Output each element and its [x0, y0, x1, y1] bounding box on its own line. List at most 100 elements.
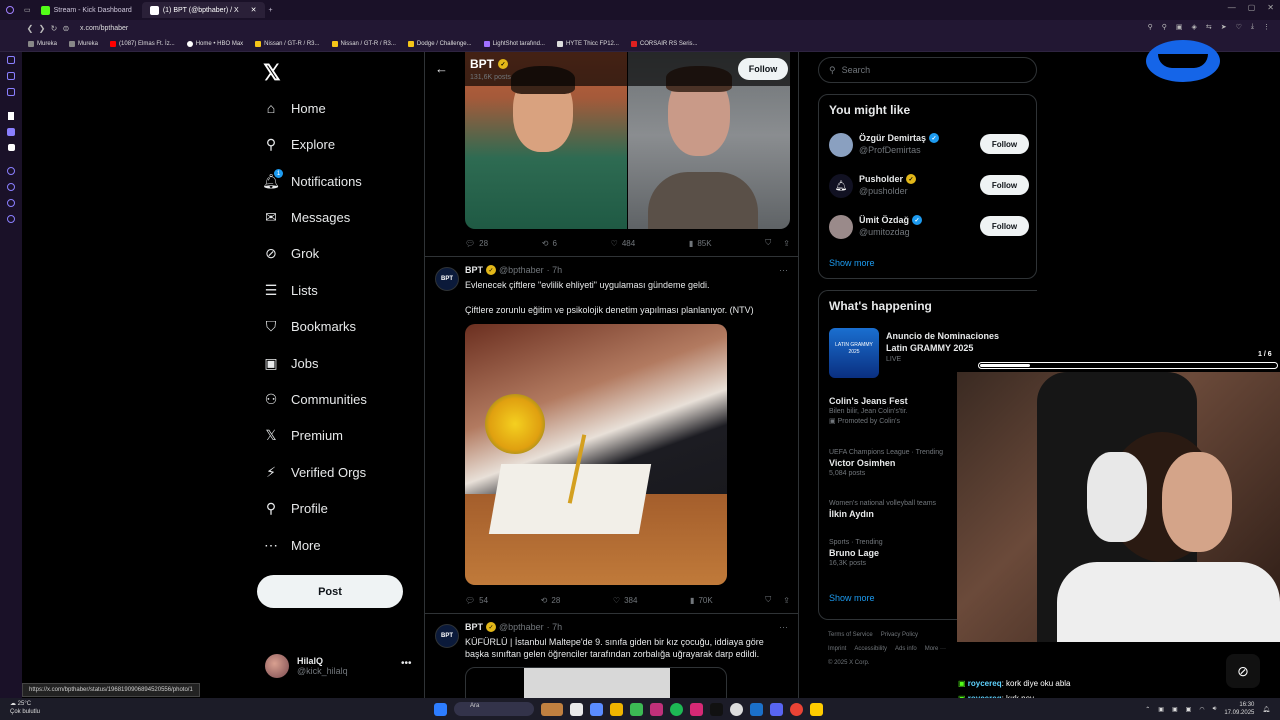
bookmark-item[interactable]: CORSAIR RS Seris...	[630, 40, 698, 47]
tab-list-icon[interactable]: ▭	[24, 6, 31, 14]
tweet-photo[interactable]	[465, 324, 727, 585]
nav-item-explore[interactable]: ⚲ Explore	[263, 136, 335, 152]
suggestion-item[interactable]: 🔔︎ Pusholder ✓ @pusholder Follow	[829, 172, 1029, 202]
tab-kick-dashboard[interactable]: Stream - Kick Dashboard	[33, 2, 140, 18]
spotify-icon[interactable]	[670, 702, 683, 716]
app-tray-icon[interactable]: ▣	[1186, 706, 1192, 713]
back-arrow-icon[interactable]: ←	[435, 61, 448, 76]
minimize-icon[interactable]: —	[1228, 3, 1236, 12]
url-text[interactable]: x.com/bpthaber	[80, 25, 128, 32]
reply-button[interactable]: 💬︎ 54	[465, 595, 488, 605]
heart-icon[interactable]: ♡	[1236, 23, 1242, 31]
footer-link[interactable]: Imprint	[828, 646, 846, 652]
nav-item-communities[interactable]: ⚇ Communities	[263, 391, 367, 407]
footer-link[interactable]: Accessibility	[854, 646, 887, 652]
new-tab-icon[interactable]: +	[269, 7, 273, 14]
copilot-icon[interactable]	[590, 702, 603, 716]
nav-item-home[interactable]: ⌂ Home	[263, 100, 326, 116]
follow-button[interactable]: Follow	[738, 58, 788, 80]
repost-button[interactable]: ⟲ 28	[541, 595, 561, 605]
show-more-link[interactable]: Show more	[829, 258, 875, 268]
app-icon[interactable]	[810, 702, 823, 716]
zoom-icon[interactable]: ⚲	[1162, 23, 1167, 31]
chrome-icon[interactable]	[790, 702, 803, 716]
sidebar-app-icon[interactable]	[7, 56, 15, 64]
repost-button[interactable]: ⟲ 6	[542, 238, 557, 248]
follow-button[interactable]: Follow	[980, 216, 1029, 236]
tweet-author[interactable]: BPT	[465, 622, 483, 632]
post-button[interactable]: Post	[257, 575, 403, 608]
settings-icon[interactable]	[7, 215, 15, 223]
translate-icon[interactable]: ⇆	[1206, 23, 1212, 31]
instagram-icon[interactable]	[690, 702, 703, 716]
account-switcher[interactable]: HilalQ @kick_hilalq	[265, 654, 348, 678]
back-icon[interactable]: ❮	[24, 24, 36, 33]
bookmark-item[interactable]: (1087) Elmas Ft. İz...	[110, 40, 175, 47]
bookmark-icon[interactable]: ⛉	[765, 238, 771, 248]
close-icon[interactable]: ✕	[1267, 3, 1274, 12]
notification-icon[interactable]: 🔔︎	[1262, 706, 1270, 713]
nav-item-bookmarks[interactable]: ⛉ Bookmarks	[263, 318, 356, 334]
messenger-icon[interactable]	[7, 128, 15, 136]
nav-item-grok[interactable]: ⊘ Grok	[263, 245, 319, 261]
suggestion-item[interactable]: Özgür Demirtaş ✓ @ProfDemirtas Follow	[829, 131, 1029, 161]
bookmark-icon[interactable]: ⛉	[765, 595, 771, 605]
footer-link[interactable]: Ads info	[895, 646, 917, 652]
tweet-author[interactable]: BPT	[465, 265, 483, 275]
folder-icon[interactable]	[610, 702, 623, 716]
nav-item-messages[interactable]: ✉ Messages	[263, 209, 350, 225]
tab-x-bpt[interactable]: (1) BPT (@bpthaber) / X ✕	[141, 2, 265, 18]
suggestion-item[interactable]: Ümit Özdağ ✓ @umitozdag Follow	[829, 213, 1029, 243]
app-tray-icon[interactable]: ▣	[1172, 706, 1178, 713]
widget-icon[interactable]	[541, 702, 563, 716]
tweet-photo[interactable]	[465, 667, 727, 700]
footer-link[interactable]: Privacy Policy	[881, 632, 918, 638]
app-icon[interactable]	[730, 702, 743, 716]
footer-link[interactable]: Terms of Service	[828, 632, 873, 638]
sidebar-app-icon[interactable]	[8, 112, 14, 120]
views-button[interactable]: ▮ 85K	[689, 238, 712, 248]
clock[interactable]: 16:30 17.09.2025	[1224, 701, 1254, 717]
tweet-handle[interactable]: @bpthaber	[499, 265, 544, 275]
extension-icon[interactable]: ▣	[1176, 23, 1183, 31]
bookmark-item[interactable]: Nissan / GT-R / R3...	[331, 40, 396, 47]
discord-icon[interactable]	[770, 702, 783, 716]
nav-item-profile[interactable]: ⚲ Profile	[263, 500, 328, 516]
sidebar-app-icon[interactable]	[7, 88, 15, 96]
bookmark-item[interactable]: Mureka	[28, 40, 57, 47]
close-tab-icon[interactable]: ✕	[251, 6, 257, 14]
like-button[interactable]: ♡ 384	[613, 595, 638, 605]
nav-item-jobs[interactable]: ▣ Jobs	[263, 355, 318, 371]
browser-app-icon[interactable]	[650, 702, 663, 716]
avatar[interactable]: BPT	[435, 267, 459, 291]
steam-icon[interactable]	[750, 702, 763, 716]
footer-link[interactable]: More ···	[925, 646, 946, 652]
bookmark-item[interactable]: Mureka	[69, 40, 98, 47]
more-icon[interactable]: ···	[779, 622, 788, 632]
send-icon[interactable]: ➤	[1221, 23, 1227, 31]
app-icon[interactable]	[570, 702, 583, 716]
download-icon[interactable]: ⤓	[1251, 23, 1254, 31]
bookmark-item[interactable]: Home • HBO Max	[186, 40, 243, 47]
windows-start-icon[interactable]	[434, 702, 447, 716]
tweet-time[interactable]: · 7h	[547, 622, 563, 632]
chevron-up-icon[interactable]: ⌃	[1145, 706, 1150, 713]
bookmark-item[interactable]: HYTE Thicc FP12...	[556, 40, 619, 47]
tweet-handle[interactable]: @bpthaber	[499, 622, 544, 632]
history-icon[interactable]	[7, 183, 15, 191]
extension-icon[interactable]: ◈	[1191, 23, 1196, 31]
share-icon[interactable]: ⇪	[783, 596, 790, 605]
sidebar-app-icon[interactable]	[7, 72, 15, 80]
weather-widget[interactable]: ☁ 25°C Çok bulutlu	[10, 700, 40, 716]
nav-item-notifications[interactable]: 🔔︎ 1 Notifications	[262, 169, 362, 189]
x-icon[interactable]	[7, 144, 15, 151]
bookmark-item[interactable]: Dodge / Challenge...	[407, 40, 472, 47]
app-tray-icon[interactable]: ▣	[1158, 706, 1164, 713]
search-input[interactable]: ⚲ Search	[818, 57, 1037, 83]
wifi-icon[interactable]: ◠	[1199, 706, 1204, 713]
tiktok-icon[interactable]	[710, 702, 723, 716]
bookmark-item[interactable]: LightShot tarafınd...	[483, 40, 545, 47]
like-button[interactable]: ♡ 484	[611, 238, 636, 248]
bookmark-item[interactable]: Nissan / GT-R / R3...	[255, 40, 320, 47]
more-icon[interactable]: •••	[401, 658, 412, 669]
